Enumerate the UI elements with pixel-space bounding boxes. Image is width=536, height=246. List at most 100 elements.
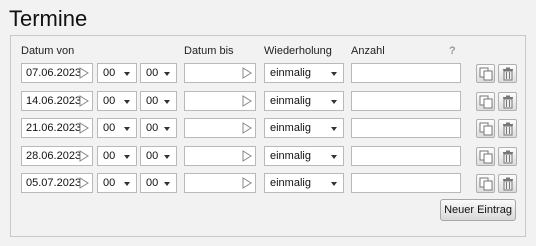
- minute-select[interactable]: 00: [140, 63, 177, 83]
- calendar-picker-icon[interactable]: [242, 177, 252, 189]
- delete-button[interactable]: [498, 64, 517, 83]
- delete-button[interactable]: [498, 91, 517, 111]
- calendar-picker-icon[interactable]: [242, 122, 252, 134]
- calendar-picker-icon[interactable]: [79, 149, 89, 162]
- calendar-picker-icon[interactable]: [79, 94, 89, 107]
- header-anzahl: Anzahl: [351, 45, 385, 57]
- trash-icon: [503, 150, 513, 163]
- hour-select[interactable]: 00: [97, 63, 137, 83]
- minute-value: 00: [146, 67, 159, 79]
- chevron-down-icon: [331, 127, 337, 131]
- hour-value: 00: [103, 149, 116, 162]
- anzahl-input[interactable]: [351, 118, 461, 138]
- chevron-down-icon: [164, 99, 170, 104]
- termin-row: 07.06.2023 00 00 einmalig: [11, 63, 525, 84]
- delete-button[interactable]: [498, 174, 517, 193]
- header-datum-bis: Datum bis: [184, 45, 234, 57]
- datum-bis-field[interactable]: [184, 173, 256, 193]
- copy-button[interactable]: [476, 91, 495, 111]
- datum-von-value: 21.06.2023: [26, 122, 82, 134]
- hour-value: 00: [103, 94, 116, 107]
- calendar-picker-icon[interactable]: [79, 122, 89, 134]
- calendar-picker-icon[interactable]: [79, 177, 89, 189]
- minute-select[interactable]: 00: [140, 90, 177, 111]
- wiederholung-value: einmalig: [270, 67, 311, 79]
- datum-bis-field[interactable]: [184, 118, 256, 138]
- termin-row: 14.06.2023 00 00 einmalig: [11, 90, 525, 112]
- minute-value: 00: [146, 122, 159, 134]
- wiederholung-select[interactable]: einmalig: [264, 173, 344, 193]
- datum-bis-field[interactable]: [184, 90, 256, 111]
- minute-select[interactable]: 00: [140, 173, 177, 193]
- help-icon[interactable]: ?: [449, 45, 456, 57]
- hour-value: 00: [103, 177, 116, 189]
- datum-von-field[interactable]: 07.06.2023: [21, 63, 93, 83]
- copy-icon: [479, 122, 493, 136]
- wiederholung-value: einmalig: [270, 149, 311, 162]
- datum-bis-field[interactable]: [184, 63, 256, 83]
- calendar-picker-icon[interactable]: [79, 67, 89, 79]
- wiederholung-value: einmalig: [270, 94, 311, 107]
- chevron-down-icon: [164, 182, 170, 186]
- chevron-down-icon: [124, 127, 130, 131]
- datum-von-field[interactable]: 05.07.2023: [21, 173, 93, 193]
- minute-select[interactable]: 00: [140, 145, 177, 166]
- chevron-down-icon: [331, 182, 337, 186]
- datum-von-field[interactable]: 21.06.2023: [21, 118, 93, 138]
- wiederholung-value: einmalig: [270, 177, 311, 189]
- termin-row: 05.07.2023 00 00 einmalig: [11, 173, 525, 194]
- hour-select[interactable]: 00: [97, 118, 137, 138]
- minute-value: 00: [146, 149, 159, 162]
- hour-value: 00: [103, 122, 116, 134]
- chevron-down-icon: [124, 72, 130, 76]
- chevron-down-icon: [331, 154, 337, 159]
- delete-button[interactable]: [498, 119, 517, 138]
- wiederholung-select[interactable]: einmalig: [264, 145, 344, 166]
- datum-von-field[interactable]: 28.06.2023: [21, 145, 93, 166]
- hour-value: 00: [103, 67, 116, 79]
- copy-button[interactable]: [476, 64, 495, 83]
- chevron-down-icon: [124, 182, 130, 186]
- wiederholung-select[interactable]: einmalig: [264, 63, 344, 83]
- header-datum-von: Datum von: [21, 45, 75, 57]
- termin-row: 28.06.2023 00 00 einmalig: [11, 145, 525, 167]
- trash-icon: [503, 67, 513, 81]
- datum-von-field[interactable]: 14.06.2023: [21, 90, 93, 111]
- minute-select[interactable]: 00: [140, 118, 177, 138]
- datum-von-value: 07.06.2023: [26, 67, 82, 79]
- termin-row: 21.06.2023 00 00 einmalig: [11, 118, 525, 139]
- datum-bis-field[interactable]: [184, 145, 256, 166]
- trash-icon: [503, 122, 513, 136]
- hour-select[interactable]: 00: [97, 173, 137, 193]
- anzahl-input[interactable]: [351, 173, 461, 193]
- hour-select[interactable]: 00: [97, 90, 137, 111]
- calendar-picker-icon[interactable]: [242, 94, 252, 107]
- page-title: Termine: [9, 6, 88, 31]
- delete-button[interactable]: [498, 146, 517, 166]
- wiederholung-select[interactable]: einmalig: [264, 90, 344, 111]
- trash-icon: [503, 95, 513, 108]
- new-entry-button[interactable]: Neuer Eintrag: [440, 199, 516, 221]
- chevron-down-icon: [124, 99, 130, 104]
- wiederholung-select[interactable]: einmalig: [264, 118, 344, 138]
- datum-von-value: 05.07.2023: [26, 177, 82, 189]
- datum-von-value: 28.06.2023: [26, 149, 82, 162]
- chevron-down-icon: [164, 154, 170, 159]
- anzahl-input[interactable]: [351, 90, 461, 111]
- chevron-down-icon: [331, 72, 337, 76]
- minute-value: 00: [146, 177, 159, 189]
- datum-von-value: 14.06.2023: [26, 94, 82, 107]
- chevron-down-icon: [124, 154, 130, 159]
- anzahl-input[interactable]: [351, 63, 461, 83]
- wiederholung-value: einmalig: [270, 122, 311, 134]
- chevron-down-icon: [331, 99, 337, 104]
- copy-icon: [479, 150, 493, 163]
- calendar-picker-icon[interactable]: [242, 67, 252, 79]
- copy-button[interactable]: [476, 119, 495, 138]
- copy-button[interactable]: [476, 174, 495, 193]
- hour-select[interactable]: 00: [97, 145, 137, 166]
- copy-button[interactable]: [476, 146, 495, 166]
- calendar-picker-icon[interactable]: [242, 149, 252, 162]
- chevron-down-icon: [164, 72, 170, 76]
- anzahl-input[interactable]: [351, 145, 461, 166]
